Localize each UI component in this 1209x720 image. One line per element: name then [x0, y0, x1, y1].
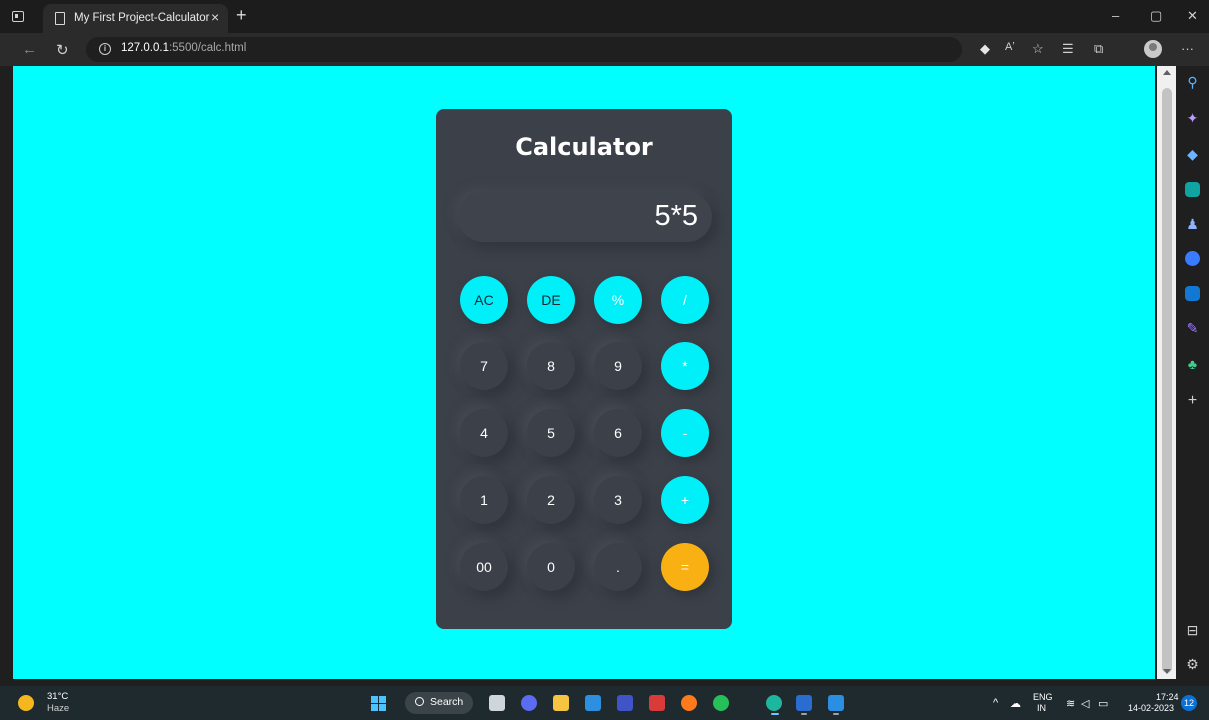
display-value: 5*5 [654, 200, 698, 232]
scrollbar-thumb[interactable] [1162, 88, 1172, 673]
browser-address-bar: ← ↻ i 127.0.0.1:5500/calc.html ◆ Aʼ ☆ ☰ … [0, 33, 1209, 66]
windows-start-icon[interactable] [371, 696, 386, 711]
back-arrow-icon[interactable]: ← [22, 41, 37, 58]
search-icon [415, 697, 424, 706]
vscode-icon[interactable] [828, 695, 844, 711]
vscode-running-indicator [833, 713, 839, 715]
clock-date[interactable]: 14-02-2023 [1128, 703, 1174, 713]
notifications-badge[interactable]: 12 [1181, 695, 1197, 711]
url-text[interactable]: 127.0.0.1:5500/calc.html [121, 42, 246, 54]
url-field[interactable]: i 127.0.0.1:5500/calc.html [86, 37, 962, 62]
key-1[interactable]: 1 [460, 476, 508, 524]
key-3[interactable]: 3 [594, 476, 642, 524]
tab-close-button[interactable]: × [211, 9, 219, 25]
key-add[interactable]: + [661, 476, 709, 524]
read-aloud-icon[interactable]: Aʼ [1005, 41, 1015, 53]
page-scrollbar[interactable] [1157, 66, 1176, 679]
tile-app-icon[interactable] [617, 695, 633, 711]
url-path: :5500/calc.html [168, 42, 247, 54]
more-options-button[interactable]: ··· [1181, 41, 1194, 56]
firefox-icon[interactable] [681, 695, 697, 711]
scroll-up-arrow-icon[interactable] [1163, 70, 1171, 75]
split-screen-icon[interactable]: ⊟ [1185, 622, 1200, 639]
add-icon[interactable]: + [1185, 392, 1200, 410]
whatsapp-icon[interactable] [713, 695, 729, 711]
refresh-icon[interactable]: ↻ [56, 41, 69, 59]
microsoft-store-icon[interactable] [585, 695, 601, 711]
edge-sidebar: ⚲ ✦ ◆ ♟ ✎ ♣ + ⊟ ⚙ [1176, 66, 1209, 679]
key-multiply[interactable]: * [661, 342, 709, 390]
teams-chat-icon[interactable] [521, 695, 537, 711]
key-2[interactable]: 2 [527, 476, 575, 524]
key-delete[interactable]: DE [527, 276, 575, 324]
new-tab-button[interactable]: + [236, 5, 247, 25]
tree-icon[interactable]: ♣ [1185, 356, 1200, 372]
shopping-tag-icon[interactable]: ◆ [1185, 146, 1200, 163]
key-6[interactable]: 6 [594, 409, 642, 457]
settings-icon[interactable]: ⚙ [1185, 656, 1200, 673]
word-icon[interactable] [796, 695, 812, 711]
key-00[interactable]: 00 [460, 543, 508, 591]
key-subtract[interactable]: - [661, 409, 709, 457]
mcafee-icon[interactable] [649, 695, 665, 711]
weather-haze-icon[interactable] [18, 695, 34, 711]
calculator-title: Calculator [515, 133, 653, 161]
games-icon[interactable]: ♟ [1185, 216, 1200, 233]
key-decimal[interactable]: . [594, 543, 642, 591]
key-9[interactable]: 9 [594, 342, 642, 390]
collections-icon[interactable]: ⧉ [1094, 41, 1103, 57]
key-equals[interactable]: = [661, 543, 709, 591]
volume-icon[interactable]: ◁ [1081, 697, 1089, 710]
battery-icon[interactable]: ▭ [1098, 697, 1108, 710]
language-top[interactable]: ENG [1033, 692, 1053, 702]
key-all-clear[interactable]: AC [460, 276, 508, 324]
clock-time[interactable]: 17:24 [1156, 692, 1179, 702]
weather-temperature[interactable]: 31°C [47, 691, 68, 702]
favorites-icon[interactable]: ☰ [1062, 41, 1074, 57]
add-favorite-icon[interactable]: ☆ [1032, 41, 1044, 57]
key-divide[interactable]: / [661, 276, 709, 324]
word-running-indicator [801, 713, 807, 715]
show-hidden-icons-chevron-icon[interactable]: ^ [993, 697, 998, 709]
search-icon[interactable]: ⚲ [1185, 74, 1200, 91]
url-host: 127.0.0.1 [121, 42, 169, 54]
calculator-panel: Calculator 5*5 AC DE % / 7 8 9 * 4 5 6 -… [436, 109, 732, 629]
file-explorer-icon[interactable] [553, 695, 569, 711]
browser-tab-active[interactable]: My First Project-Calculator × [43, 4, 228, 33]
desktop-screen: My First Project-Calculator × + – ▢ ✕ ← … [0, 0, 1209, 720]
language-bottom[interactable]: IN [1037, 703, 1046, 713]
tab-title: My First Project-Calculator [74, 12, 210, 24]
taskbar-search-button[interactable]: Search [405, 692, 473, 714]
weather-condition[interactable]: Haze [47, 703, 69, 714]
outlook-icon[interactable] [1185, 286, 1200, 301]
onedrive-cloud-icon[interactable]: ☁ [1010, 697, 1021, 710]
task-view-icon[interactable] [489, 695, 505, 711]
key-8[interactable]: 8 [527, 342, 575, 390]
key-4[interactable]: 4 [460, 409, 508, 457]
page-document-icon [55, 12, 65, 25]
key-0[interactable]: 0 [527, 543, 575, 591]
calculator-display[interactable]: 5*5 [458, 192, 712, 242]
search-label: Search [430, 696, 464, 708]
drop-icon[interactable]: ✎ [1185, 320, 1200, 337]
key-5[interactable]: 5 [527, 409, 575, 457]
profile-avatar-icon[interactable] [1144, 40, 1162, 58]
tab-actions-icon[interactable] [12, 11, 24, 22]
tools-briefcase-icon[interactable] [1185, 182, 1200, 197]
browser-tab-bar: My First Project-Calculator × + – ▢ ✕ [0, 0, 1209, 33]
site-info-icon[interactable]: i [99, 43, 111, 55]
shopping-tag-icon[interactable]: ◆ [980, 41, 990, 57]
microsoft-365-icon[interactable] [1185, 251, 1200, 266]
edge-browser-icon[interactable] [766, 695, 782, 711]
copilot-icon[interactable]: ✦ [1185, 110, 1200, 127]
windows-taskbar: 31°C Haze Search ^ ☁ ENG IN ≋ ◁ ▭ 17:24 [0, 686, 1209, 720]
key-7[interactable]: 7 [460, 342, 508, 390]
window-close-button[interactable]: ✕ [1187, 8, 1198, 24]
window-restore-button[interactable]: ▢ [1150, 8, 1162, 24]
window-minimize-button[interactable]: – [1112, 8, 1119, 23]
scroll-down-arrow-icon[interactable] [1163, 669, 1171, 674]
edge-active-indicator [771, 713, 779, 715]
key-percent[interactable]: % [594, 276, 642, 324]
wifi-icon[interactable]: ≋ [1066, 697, 1075, 710]
